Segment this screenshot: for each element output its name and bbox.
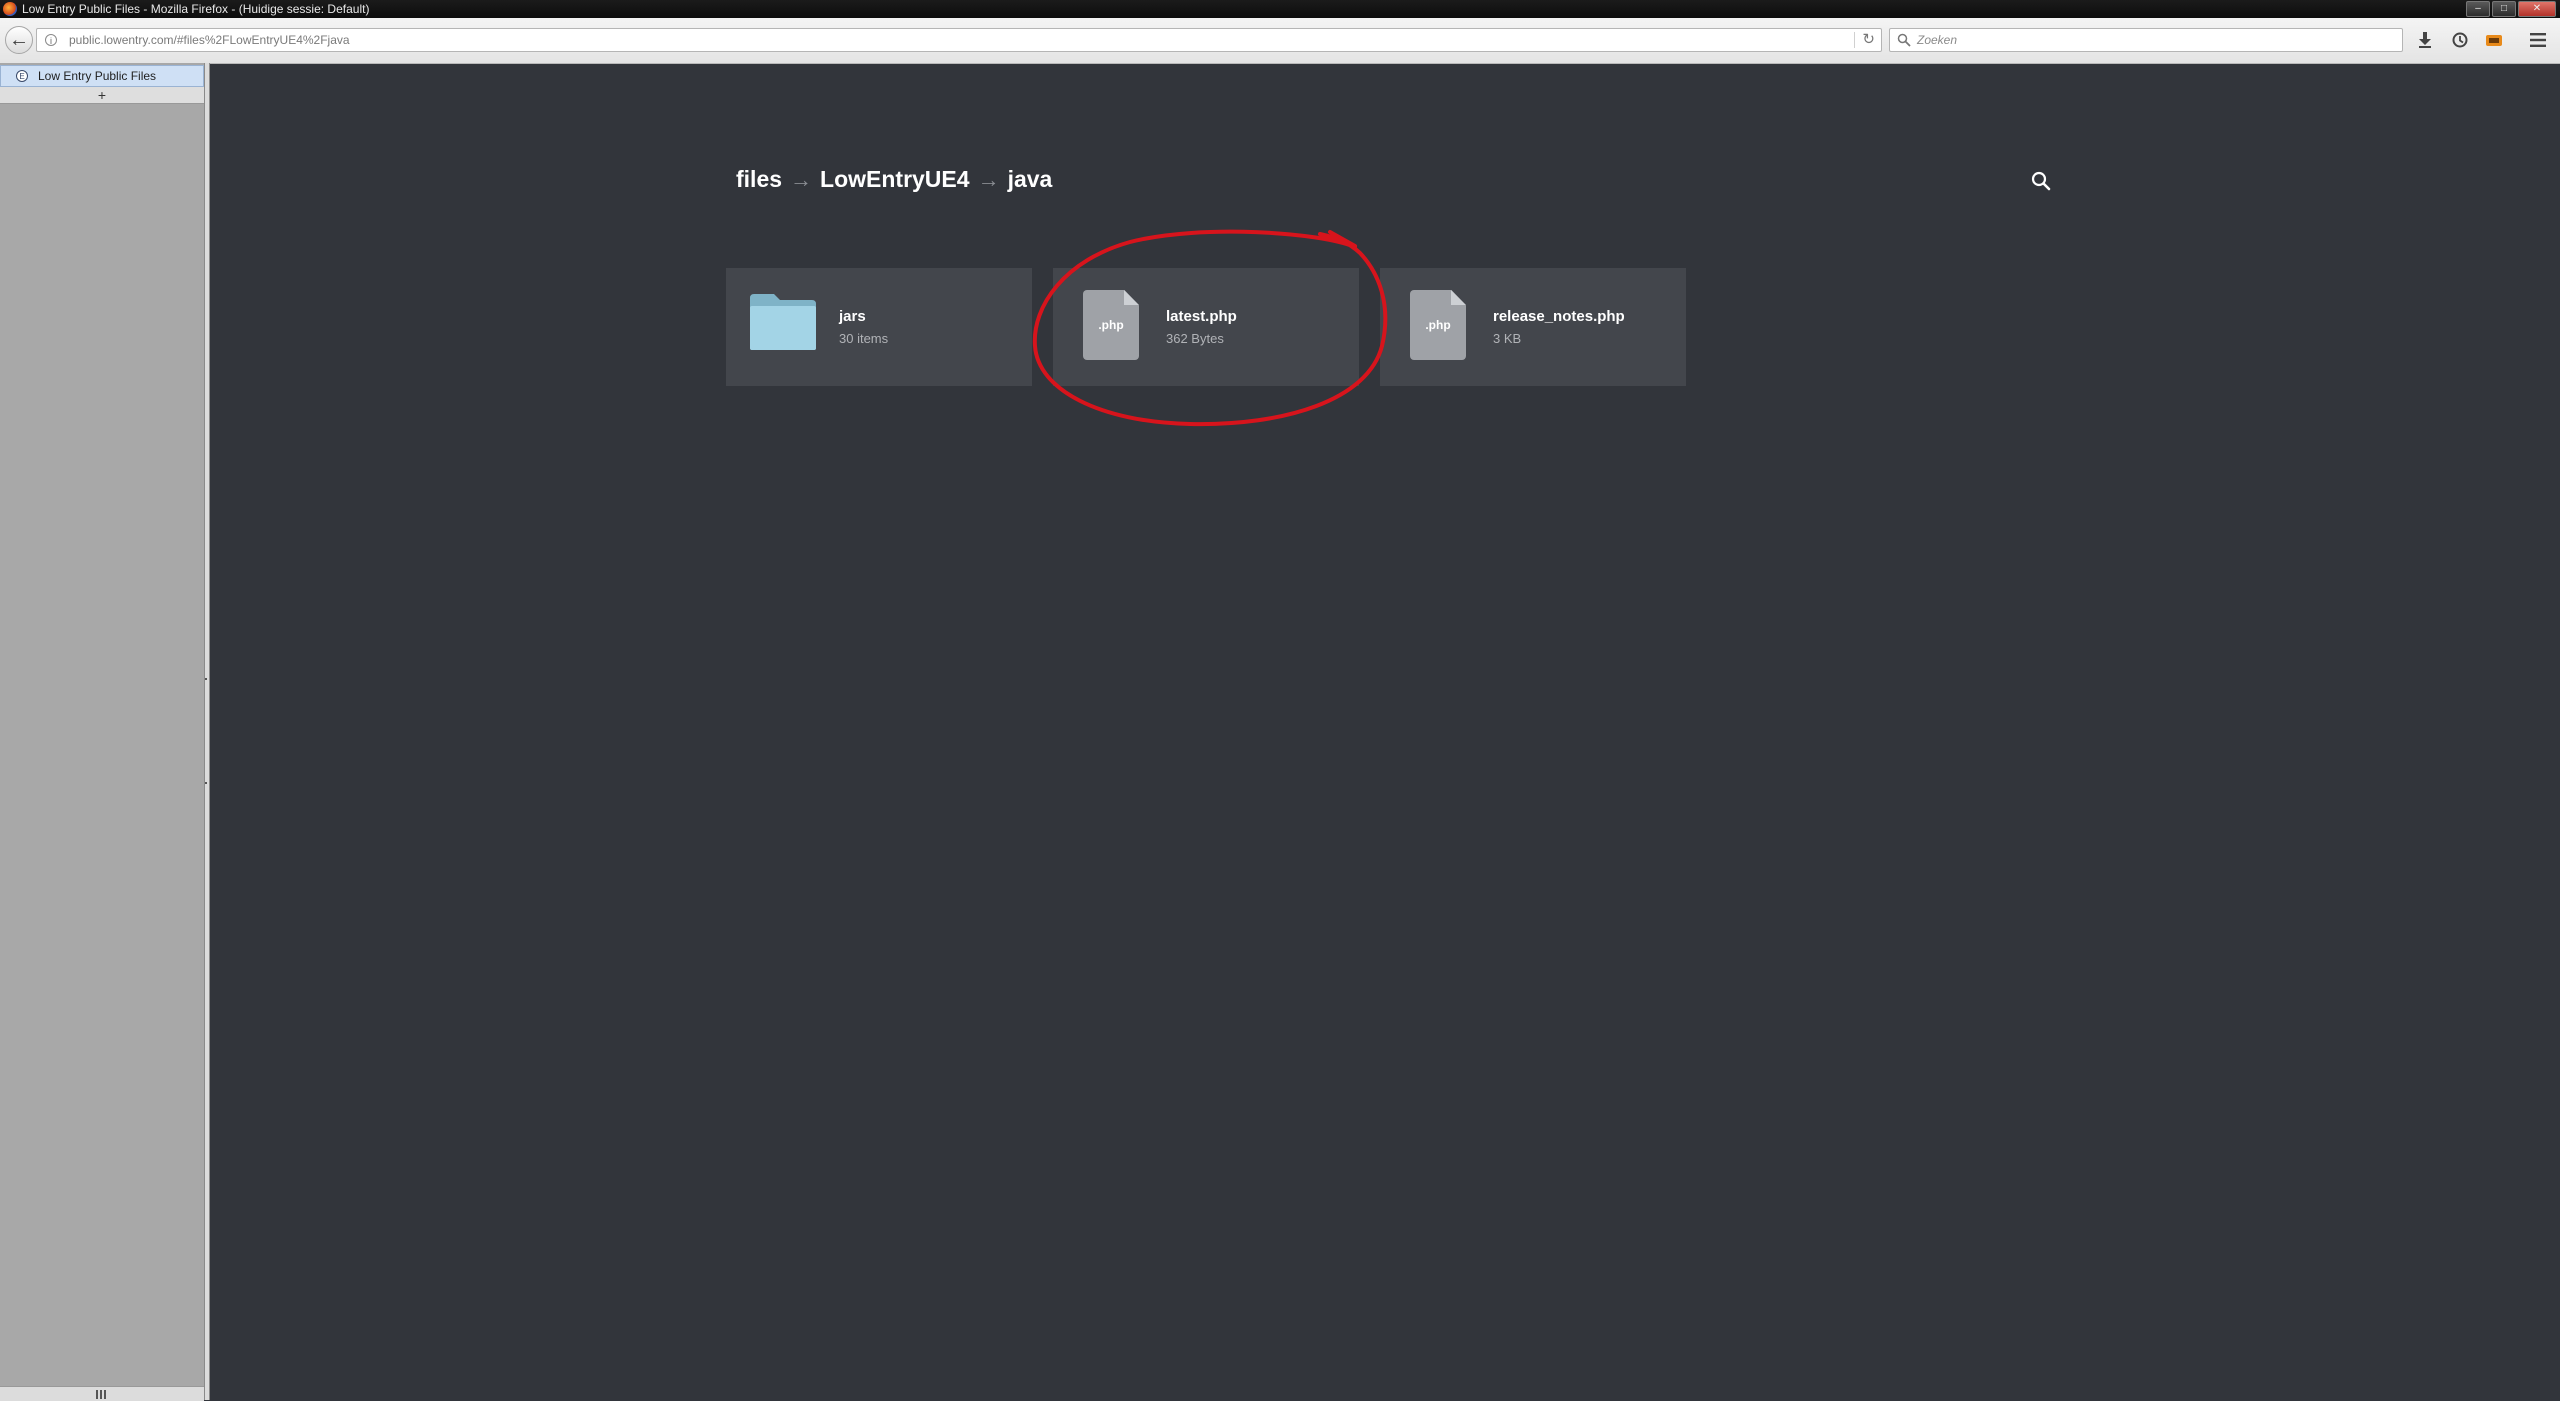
hamburger-menu-icon[interactable] [2528, 30, 2548, 50]
splitter-grip [205, 678, 207, 680]
breadcrumb-files[interactable]: files [736, 166, 782, 192]
window-title: Low Entry Public Files - Mozilla Firefox… [22, 2, 370, 16]
item-meta: 30 items [839, 331, 889, 346]
search-icon [1897, 33, 1911, 47]
firefox-icon [3, 2, 17, 16]
item-name: release_notes.php [1493, 308, 1625, 325]
php-file-icon: .php [1410, 290, 1466, 360]
folder-icon [750, 294, 816, 350]
file-item-release-notes-php[interactable]: .php release_notes.php 3 KB [1380, 268, 1686, 386]
low-entry-favicon: E [16, 70, 28, 82]
download-icon[interactable] [2415, 30, 2435, 50]
breadcrumb-lowentryue4[interactable]: LowEntryUE4 [820, 166, 970, 192]
close-button[interactable]: ✕ [2518, 1, 2556, 17]
folder-item-jars[interactable]: jars 30 items [726, 268, 1032, 386]
tab-tree-sidebar: E Low Entry Public Files + [0, 63, 204, 1401]
maximize-button[interactable]: □ [2492, 1, 2516, 17]
grid-icon[interactable] [96, 1390, 106, 1399]
new-tab-button[interactable]: + [0, 87, 204, 104]
url-divider [1854, 32, 1855, 48]
search-input[interactable]: Zoeken [1889, 28, 2403, 52]
file-extension: .php [1425, 318, 1451, 332]
breadcrumb: files → LowEntryUE4 → java [736, 164, 1052, 195]
site-info-icon[interactable]: i [45, 34, 57, 46]
navigation-toolbar: ← i public.lowentry.com/#files%2FLowEntr… [0, 18, 2560, 64]
item-name: jars [839, 308, 866, 325]
extension-icon[interactable] [2484, 30, 2504, 50]
reload-icon[interactable]: ↻ [1862, 30, 1875, 50]
address-bar[interactable]: i public.lowentry.com/#files%2FLowEntryU… [36, 28, 1882, 52]
sidebar-footer [0, 1386, 204, 1401]
window-titlebar: Low Entry Public Files - Mozilla Firefox… [0, 0, 2560, 18]
item-meta: 3 KB [1493, 331, 1522, 346]
splitter-grip [205, 782, 207, 784]
red-highlight-circle [1032, 229, 1388, 427]
breadcrumb-arrow: → [977, 167, 1000, 192]
back-button[interactable]: ← [5, 26, 33, 54]
sidebar-tab-low-entry[interactable]: E Low Entry Public Files [0, 65, 204, 87]
window-controls: – □ ✕ [2466, 0, 2556, 17]
sidebar-splitter[interactable] [204, 63, 210, 1400]
breadcrumb-java: java [1007, 166, 1053, 192]
sidebar-tab-label: Low Entry Public Files [38, 69, 157, 83]
search-placeholder: Zoeken [1917, 33, 1958, 47]
minimize-button[interactable]: – [2466, 1, 2490, 17]
url-text[interactable]: public.lowentry.com/#files%2FLowEntryUE4… [69, 29, 350, 51]
history-icon[interactable] [2450, 30, 2470, 50]
breadcrumb-arrow: → [790, 167, 813, 192]
search-icon[interactable] [2030, 170, 2052, 192]
